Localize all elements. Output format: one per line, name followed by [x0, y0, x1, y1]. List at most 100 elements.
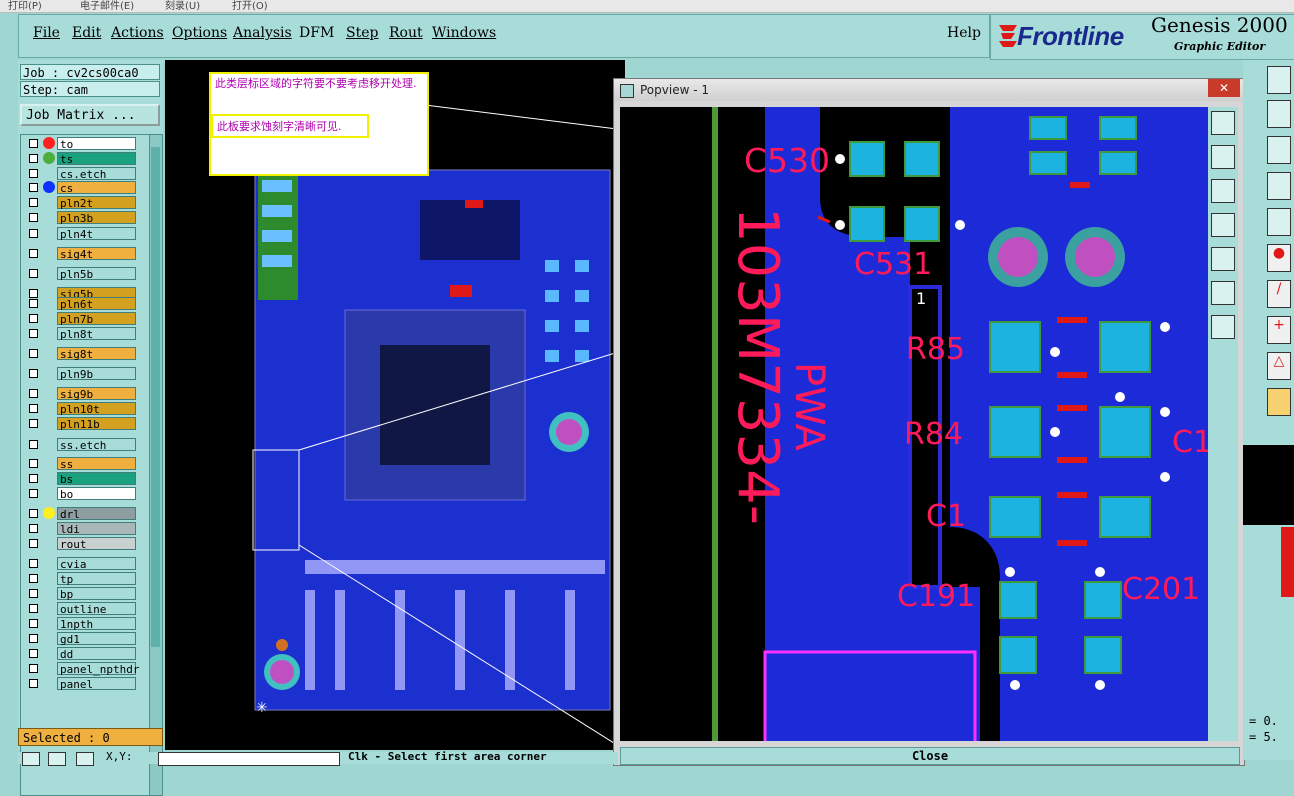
layer-row-pln7b[interactable]: pln7b: [26, 312, 142, 326]
layer-row-ss[interactable]: ss: [26, 457, 142, 471]
layer-checkbox[interactable]: [29, 369, 38, 378]
layer-row-cs-etch[interactable]: cs.etch: [26, 167, 142, 181]
layer-checkbox[interactable]: [29, 183, 38, 192]
layer-name[interactable]: pln8t: [57, 327, 136, 341]
layer-row-pln3b[interactable]: pln3b: [26, 211, 142, 225]
layer-name[interactable]: gd1: [57, 632, 136, 646]
layer-name[interactable]: panel_npthdr: [57, 662, 139, 676]
layer-name[interactable]: bp: [57, 587, 136, 601]
layer-name[interactable]: bo: [57, 487, 136, 501]
popview-close-button[interactable]: Close: [620, 747, 1240, 765]
layer-checkbox[interactable]: [29, 169, 38, 178]
layer-checkbox[interactable]: [29, 440, 38, 449]
menu-step[interactable]: Step: [346, 25, 378, 41]
menu-rout[interactable]: Rout: [389, 25, 423, 41]
layer-row-panel[interactable]: panel: [26, 677, 142, 691]
layer-checkbox[interactable]: [29, 574, 38, 583]
layer-row-pln11b[interactable]: pln11b: [26, 417, 142, 431]
layer-checkbox[interactable]: [29, 589, 38, 598]
layer-name[interactable]: pln3b: [57, 211, 136, 225]
menu-dfm[interactable]: DFM: [299, 25, 334, 41]
menu-analysis[interactable]: Analysis: [233, 25, 292, 41]
layer-row-panel-npthdr[interactable]: panel_npthdr: [26, 662, 142, 676]
layer-checkbox[interactable]: [29, 419, 38, 428]
layer-name[interactable]: cs.etch: [57, 167, 136, 181]
layer-checkbox[interactable]: [29, 664, 38, 673]
layer-name[interactable]: ss.etch: [57, 438, 136, 452]
layer-row-cs[interactable]: cs: [26, 181, 142, 195]
layer-name[interactable]: dd: [57, 647, 136, 661]
tool-e-icon[interactable]: [1267, 208, 1291, 236]
layer-row-outline[interactable]: outline: [26, 602, 142, 616]
layer-row-bp[interactable]: bp: [26, 587, 142, 601]
layer-name[interactable]: pln10t: [57, 402, 136, 416]
layer-row-gd1[interactable]: gd1: [26, 632, 142, 646]
pcb-graphic-view[interactable]: ✳ 此类层标区域的字符要不要考虑移开处理. 此板要求蚀刻字清晰可见.: [165, 60, 625, 750]
tool-b-icon[interactable]: [1267, 100, 1291, 128]
popview-tool-4-icon[interactable]: [1211, 213, 1235, 237]
layer-name[interactable]: outline: [57, 602, 136, 616]
layer-row-pln6t[interactable]: pln6t: [26, 297, 142, 311]
layer-name[interactable]: pln11b: [57, 417, 136, 431]
popview-zoom-canvas[interactable]: C530 C531 R85 R84 C1 C191 C201 C1 1 PWA …: [620, 107, 1208, 741]
layer-name[interactable]: pln6t: [57, 297, 136, 311]
layer-checkbox[interactable]: [29, 459, 38, 468]
layer-row-pln8t[interactable]: pln8t: [26, 327, 142, 341]
layer-name[interactable]: ts: [57, 152, 136, 166]
layer-checkbox[interactable]: [29, 389, 38, 398]
layer-row-sig4t[interactable]: sig4t: [26, 247, 142, 261]
menu-help[interactable]: Help: [947, 25, 981, 41]
layer-checkbox[interactable]: [29, 139, 38, 148]
popview-close-icon[interactable]: ✕: [1208, 79, 1240, 97]
layer-checkbox[interactable]: [29, 559, 38, 568]
layer-name[interactable]: sig9b: [57, 387, 136, 401]
layer-row-drl[interactable]: drl: [26, 507, 142, 521]
menu-actions[interactable]: Actions: [111, 25, 164, 41]
layer-checkbox[interactable]: [29, 198, 38, 207]
tool-triangle-icon[interactable]: △: [1267, 352, 1291, 380]
layer-name[interactable]: 1npth: [57, 617, 136, 631]
tool-line-icon[interactable]: /: [1267, 280, 1291, 308]
layer-row-dd[interactable]: dd: [26, 647, 142, 661]
tool-point-icon[interactable]: +: [1267, 316, 1291, 344]
layer-name[interactable]: pln9b: [57, 367, 136, 381]
layer-row-sig8t[interactable]: sig8t: [26, 347, 142, 361]
layer-row-sig9b[interactable]: sig9b: [26, 387, 142, 401]
layer-checkbox[interactable]: [29, 679, 38, 688]
tool-d-icon[interactable]: [1267, 172, 1291, 200]
layer-row-pln2t[interactable]: pln2t: [26, 196, 142, 210]
popview-tool-6-icon[interactable]: [1211, 281, 1235, 305]
popview-tool-5-icon[interactable]: [1211, 247, 1235, 271]
layer-checkbox[interactable]: [29, 249, 38, 258]
layer-checkbox[interactable]: [29, 329, 38, 338]
layer-name[interactable]: pln2t: [57, 196, 136, 210]
layer-row-tp[interactable]: tp: [26, 572, 142, 586]
popview-window[interactable]: Popview - 1 ✕ C530 C531 R85 R84 C1 C191 …: [613, 78, 1245, 766]
layer-row-cvia[interactable]: cvia: [26, 557, 142, 571]
os-burn-item[interactable]: 刻录(U): [165, 0, 200, 12]
tool-yellow-icon[interactable]: [1267, 388, 1291, 416]
layer-checkbox[interactable]: [29, 474, 38, 483]
layer-name[interactable]: ss: [57, 457, 136, 471]
layer-checkbox[interactable]: [29, 349, 38, 358]
layer-row-bo[interactable]: bo: [26, 487, 142, 501]
os-email-item[interactable]: 电子邮件(E): [80, 0, 134, 12]
layer-checkbox[interactable]: [29, 213, 38, 222]
layer-name[interactable]: pln5b: [57, 267, 136, 281]
tool-red-icon[interactable]: ●: [1267, 244, 1291, 272]
popview-tool-2-icon[interactable]: [1211, 145, 1235, 169]
popview-tool-7-icon[interactable]: [1211, 315, 1235, 339]
popview-titlebar[interactable]: Popview - 1 ✕: [614, 79, 1244, 101]
layer-name[interactable]: cvia: [57, 557, 136, 571]
layer-checkbox[interactable]: [29, 539, 38, 548]
layer-row-pln10t[interactable]: pln10t: [26, 402, 142, 416]
popview-tool-1-icon[interactable]: [1211, 111, 1235, 135]
layer-name[interactable]: ldi: [57, 522, 136, 536]
menu-edit[interactable]: Edit: [72, 25, 101, 41]
scrollbar-thumb[interactable]: [151, 147, 160, 647]
layer-checkbox[interactable]: [29, 619, 38, 628]
layer-checkbox[interactable]: [29, 404, 38, 413]
layer-list-scrollbar[interactable]: [149, 134, 163, 796]
os-print-item[interactable]: 打印(P): [8, 0, 42, 12]
layer-name[interactable]: cs: [57, 181, 136, 195]
